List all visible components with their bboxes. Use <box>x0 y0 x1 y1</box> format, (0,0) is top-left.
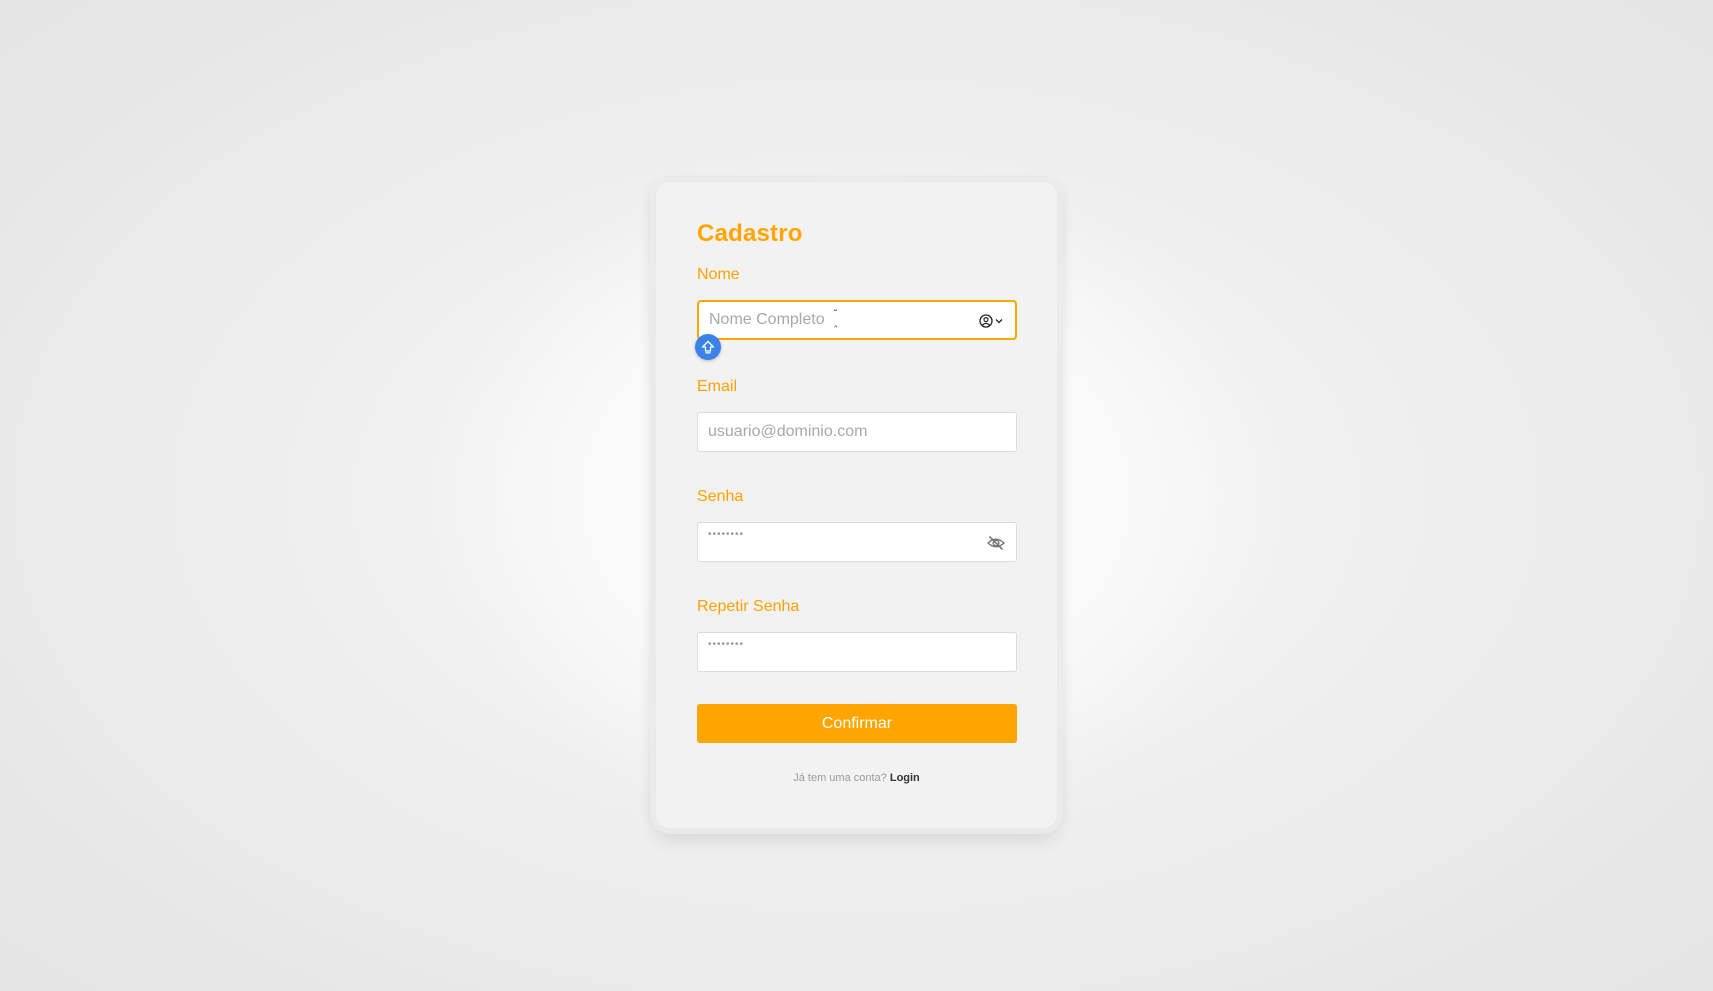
password-field[interactable]: •••••••• <box>697 522 1017 562</box>
repeat-password-field[interactable]: •••••••• <box>697 632 1017 672</box>
login-prompt: Já tem uma conta? Login <box>656 772 1057 784</box>
password-label: Senha <box>697 488 744 505</box>
confirm-button[interactable]: Confirmar <box>697 704 1017 743</box>
chevron-down-icon <box>995 319 1003 324</box>
email-input[interactable] <box>708 413 968 451</box>
text-caret-icon: ˘ ‸ <box>834 309 838 328</box>
signup-card: Cadastro Nome ˘‸ Email Senha •••••••• <box>656 182 1057 828</box>
login-prompt-text: Já tem uma conta? <box>793 772 887 784</box>
eye-slash-icon[interactable] <box>986 533 1006 553</box>
page-title: Cadastro <box>697 220 803 247</box>
repeat-password-placeholder: •••••••• <box>708 639 745 650</box>
email-label: Email <box>697 378 738 395</box>
profile-autofill-icon[interactable] <box>979 313 1005 329</box>
login-link[interactable]: Login <box>890 772 920 784</box>
email-field[interactable] <box>697 412 1017 452</box>
password-placeholder: •••••••• <box>708 529 745 540</box>
name-input[interactable] <box>709 302 969 338</box>
repeat-password-label: Repetir Senha <box>697 598 800 615</box>
name-field[interactable]: ˘‸ <box>697 300 1017 340</box>
name-label: Nome <box>697 266 740 283</box>
key-icon[interactable] <box>695 334 721 360</box>
